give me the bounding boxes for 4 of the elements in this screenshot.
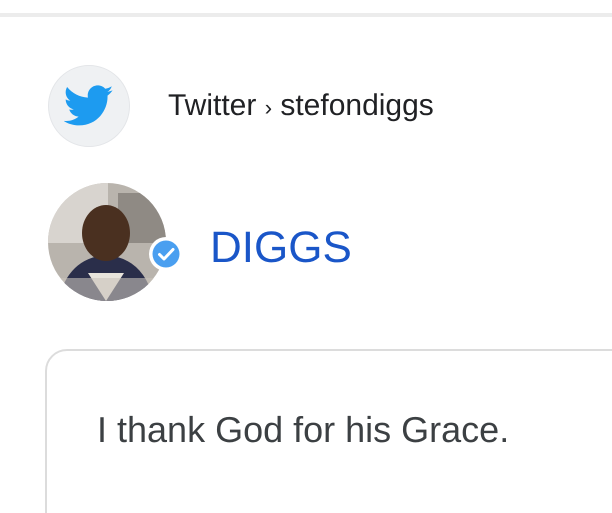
account-name-link[interactable]: DIGGS — [210, 223, 352, 273]
tweet-text: I thank God for his Grace. — [97, 409, 510, 450]
source-breadcrumb[interactable]: Twitter › stefondiggs — [168, 89, 434, 123]
tweet-card[interactable]: I thank God for his Grace. — [45, 349, 612, 513]
